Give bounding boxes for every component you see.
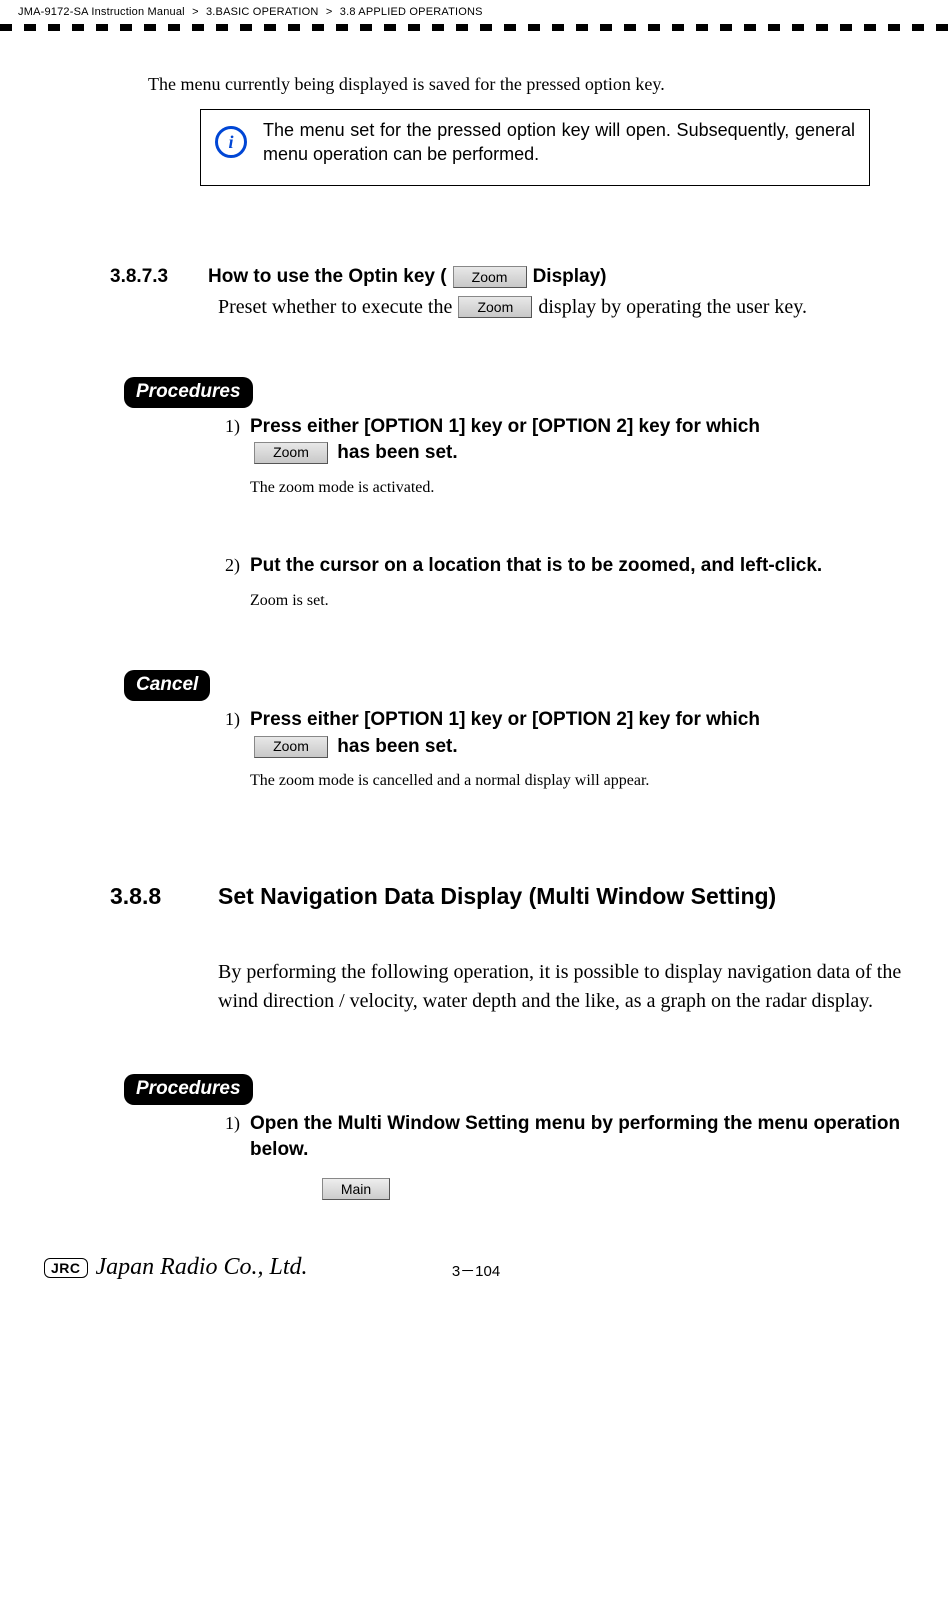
- intro-paragraph: The menu currently being displayed is sa…: [148, 71, 912, 97]
- breadcrumb-sep: >: [192, 6, 199, 18]
- jrc-badge-icon: JRC: [44, 1258, 88, 1278]
- step-number: 1): [210, 1111, 250, 1134]
- zoom-button[interactable]: Zoom: [453, 266, 527, 288]
- breadcrumb: JMA-9172-SA Instruction Manual > 3.BASIC…: [0, 0, 952, 22]
- step-body: Open the Multi Window Setting menu by pe…: [250, 1111, 912, 1164]
- company-logo-block: JRC Japan Radio Co., Ltd.: [44, 1254, 308, 1281]
- section-388-paragraph: By performing the following operation, i…: [218, 958, 912, 1016]
- info-text: The menu set for the pressed option key …: [263, 118, 855, 167]
- step-body: Put the cursor on a location that is to …: [250, 553, 822, 612]
- breadcrumb-sep: >: [326, 6, 333, 18]
- section-title-before: How to use the Optin key (: [208, 266, 447, 288]
- procedure-step-1: 1) Press either [OPTION 1] key or [OPTIO…: [210, 414, 912, 500]
- zoom-button[interactable]: Zoom: [254, 736, 328, 758]
- section-title: Set Navigation Data Display (Multi Windo…: [218, 883, 776, 910]
- step-number: 2): [210, 553, 250, 576]
- section-title-after: Display): [533, 266, 607, 288]
- step-subtext: The zoom mode is cancelled and a normal …: [250, 770, 760, 792]
- step-subtext: Zoom is set.: [250, 590, 822, 612]
- procedures-pill: Procedures: [124, 1074, 253, 1105]
- step-number: 1): [210, 707, 250, 730]
- manual-name: JMA-9172-SA Instruction Manual: [18, 6, 185, 18]
- section-388-heading: 3.8.8 Set Navigation Data Display (Multi…: [110, 883, 912, 910]
- zoom-button[interactable]: Zoom: [458, 296, 532, 318]
- page-footer: JRC Japan Radio Co., Ltd. 3－104: [0, 1260, 952, 1281]
- section-number: 3.8.8: [110, 883, 218, 910]
- cancel-step-1: 1) Press either [OPTION 1] key or [OPTIO…: [210, 707, 912, 793]
- breadcrumb-level1: 3.BASIC OPERATION: [206, 6, 319, 18]
- step-subtext: The zoom mode is activated.: [250, 477, 760, 499]
- company-name: Japan Radio Co., Ltd.: [96, 1254, 308, 1281]
- preset-after: display by operating the user key.: [538, 296, 807, 319]
- procedure-388-step-1: 1) Open the Multi Window Setting menu by…: [210, 1111, 912, 1164]
- divider-dashes: [0, 24, 952, 31]
- info-box: i The menu set for the pressed option ke…: [200, 109, 870, 186]
- section-3873-heading: 3.8.7.3 How to use the Optin key ( Zoom …: [110, 266, 912, 288]
- step-number: 1): [210, 414, 250, 437]
- zoom-button[interactable]: Zoom: [254, 442, 328, 464]
- preset-line: Preset whether to execute the Zoom displ…: [218, 296, 912, 319]
- info-icon: i: [215, 126, 247, 158]
- step-text: Press either [OPTION 1] key or [OPTION 2…: [250, 416, 760, 437]
- section-title: How to use the Optin key ( Zoom Display): [208, 266, 607, 288]
- step-text: has been set.: [337, 442, 457, 463]
- procedures-pill: Procedures: [124, 377, 253, 408]
- cancel-pill: Cancel: [124, 670, 210, 701]
- step-text: has been set.: [337, 736, 457, 757]
- section-number: 3.8.7.3: [110, 266, 208, 288]
- step-body: Press either [OPTION 1] key or [OPTION 2…: [250, 414, 760, 500]
- main-button[interactable]: Main: [322, 1178, 390, 1200]
- breadcrumb-level2: 3.8 APPLIED OPERATIONS: [340, 6, 483, 18]
- step-text: Open the Multi Window Setting menu by pe…: [250, 1113, 900, 1161]
- step-body: Press either [OPTION 1] key or [OPTION 2…: [250, 707, 760, 793]
- procedure-step-2: 2) Put the cursor on a location that is …: [210, 553, 912, 612]
- step-text: Put the cursor on a location that is to …: [250, 555, 822, 576]
- page-number: 3－104: [452, 1260, 500, 1281]
- preset-before: Preset whether to execute the: [218, 296, 452, 319]
- step-text: Press either [OPTION 1] key or [OPTION 2…: [250, 709, 760, 730]
